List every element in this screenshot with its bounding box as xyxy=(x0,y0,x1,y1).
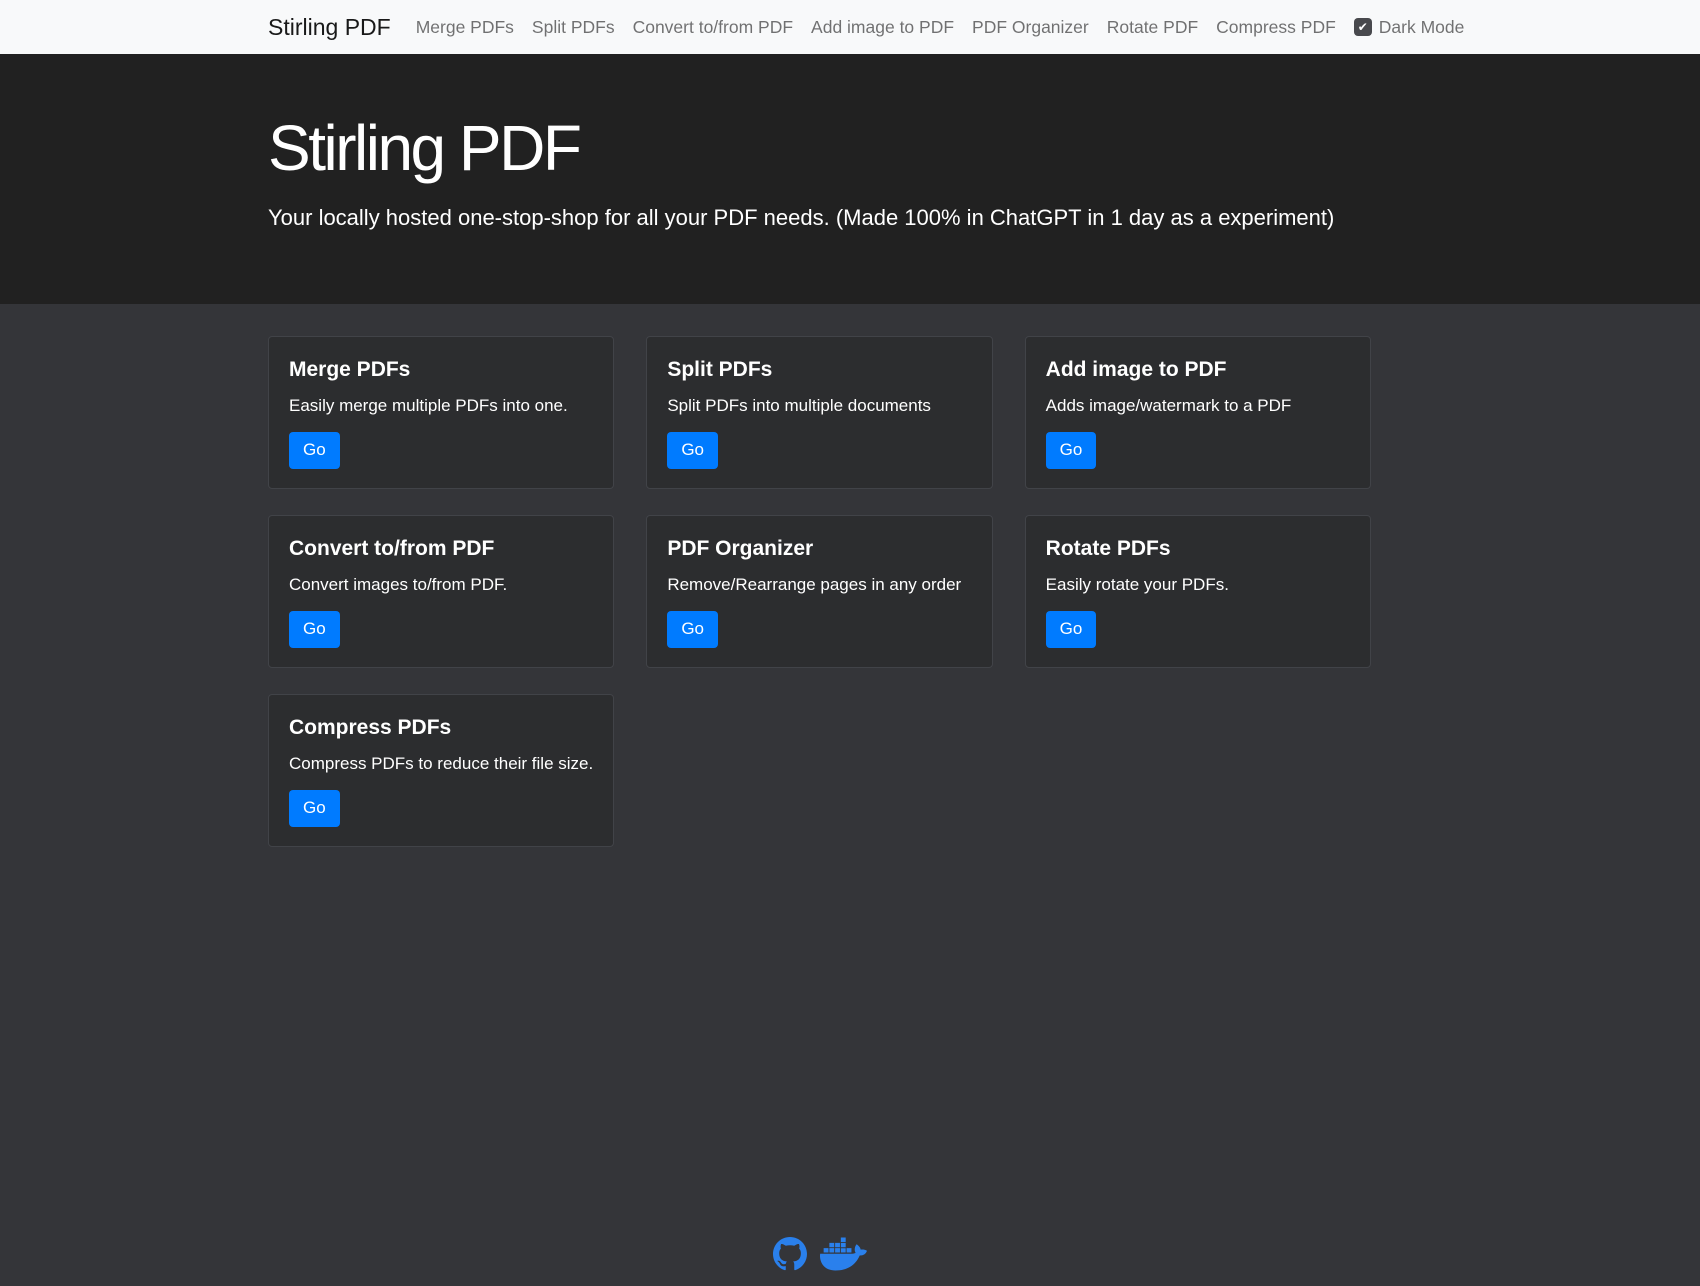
card-description-merge-pdfs: Easily merge multiple PDFs into one. xyxy=(289,395,593,416)
github-link[interactable] xyxy=(773,1237,807,1271)
github-icon xyxy=(773,1237,807,1271)
nav-add-image-to-pdf[interactable]: Add image to PDF xyxy=(802,17,963,38)
footer xyxy=(252,1235,1387,1273)
card-row-1: Merge PDFs Easily merge multiple PDFs in… xyxy=(252,336,1387,489)
card-convert-pdf: Convert to/from PDF Convert images to/fr… xyxy=(268,515,614,668)
card-merge-pdfs: Merge PDFs Easily merge multiple PDFs in… xyxy=(268,336,614,489)
go-button-merge-pdfs[interactable]: Go xyxy=(289,432,340,468)
card-add-image-to-pdf: Add image to PDF Adds image/watermark to… xyxy=(1025,336,1371,489)
go-button-add-image-to-pdf[interactable]: Go xyxy=(1046,432,1097,468)
go-button-compress-pdfs[interactable]: Go xyxy=(289,790,340,826)
page-subtitle: Your locally hosted one-stop-shop for al… xyxy=(268,203,1371,234)
go-button-convert-pdf[interactable]: Go xyxy=(289,611,340,647)
page-title: Stirling PDF xyxy=(268,112,1371,186)
dark-mode-checkbox[interactable] xyxy=(1354,18,1372,36)
feature-card-grid: Merge PDFs Easily merge multiple PDFs in… xyxy=(252,304,1387,847)
card-pdf-organizer: PDF Organizer Remove/Rearrange pages in … xyxy=(646,515,992,668)
card-title-rotate-pdfs: Rotate PDFs xyxy=(1046,536,1350,561)
card-description-pdf-organizer: Remove/Rearrange pages in any order xyxy=(667,574,971,595)
docker-icon xyxy=(820,1235,867,1273)
nav-convert-pdf[interactable]: Convert to/from PDF xyxy=(624,17,802,38)
card-row-3: Compress PDFs Compress PDFs to reduce th… xyxy=(252,694,1387,847)
nav-merge-pdfs[interactable]: Merge PDFs xyxy=(407,17,523,38)
card-description-rotate-pdfs: Easily rotate your PDFs. xyxy=(1046,574,1350,595)
hero-jumbotron: Stirling PDF Your locally hosted one-sto… xyxy=(0,54,1700,304)
dark-mode-toggle[interactable]: Dark Mode xyxy=(1354,17,1465,38)
card-title-split-pdfs: Split PDFs xyxy=(667,357,971,382)
nav-compress-pdf[interactable]: Compress PDF xyxy=(1207,17,1345,38)
go-button-pdf-organizer[interactable]: Go xyxy=(667,611,718,647)
go-button-split-pdfs[interactable]: Go xyxy=(667,432,718,468)
card-description-add-image-to-pdf: Adds image/watermark to a PDF xyxy=(1046,395,1350,416)
nav-pdf-organizer[interactable]: PDF Organizer xyxy=(963,17,1098,38)
card-compress-pdfs: Compress PDFs Compress PDFs to reduce th… xyxy=(268,694,614,847)
card-title-convert-pdf: Convert to/from PDF xyxy=(289,536,593,561)
card-title-compress-pdfs: Compress PDFs xyxy=(289,715,593,740)
navbar-links: Merge PDFs Split PDFs Convert to/from PD… xyxy=(407,17,1465,38)
navbar: Stirling PDF Merge PDFs Split PDFs Conve… xyxy=(0,0,1700,54)
docker-link[interactable] xyxy=(820,1235,867,1273)
card-row-2: Convert to/from PDF Convert images to/fr… xyxy=(252,515,1387,668)
card-title-pdf-organizer: PDF Organizer xyxy=(667,536,971,561)
navbar-brand[interactable]: Stirling PDF xyxy=(268,14,391,41)
hero-inner: Stirling PDF Your locally hosted one-sto… xyxy=(252,54,1387,233)
card-rotate-pdfs: Rotate PDFs Easily rotate your PDFs. Go xyxy=(1025,515,1371,668)
nav-rotate-pdf[interactable]: Rotate PDF xyxy=(1098,17,1207,38)
nav-split-pdfs[interactable]: Split PDFs xyxy=(523,17,624,38)
card-description-split-pdfs: Split PDFs into multiple documents xyxy=(667,395,971,416)
card-title-merge-pdfs: Merge PDFs xyxy=(289,357,593,382)
navbar-inner: Stirling PDF Merge PDFs Split PDFs Conve… xyxy=(252,0,1387,54)
dark-mode-label: Dark Mode xyxy=(1379,17,1465,38)
go-button-rotate-pdfs[interactable]: Go xyxy=(1046,611,1097,647)
card-split-pdfs: Split PDFs Split PDFs into multiple docu… xyxy=(646,336,992,489)
card-title-add-image-to-pdf: Add image to PDF xyxy=(1046,357,1350,382)
card-description-convert-pdf: Convert images to/from PDF. xyxy=(289,574,593,595)
card-description-compress-pdfs: Compress PDFs to reduce their file size. xyxy=(289,753,593,774)
